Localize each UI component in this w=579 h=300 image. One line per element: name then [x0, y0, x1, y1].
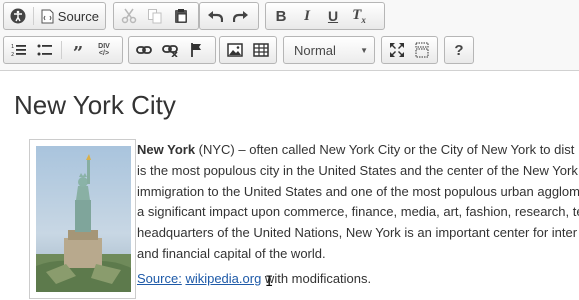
copy-icon	[148, 9, 162, 24]
undo-icon	[208, 11, 223, 22]
line-text: a significant impact upon commerce, fina…	[137, 204, 579, 220]
text-cursor-icon: I	[265, 274, 274, 290]
image-button[interactable]	[222, 38, 248, 62]
cut-icon	[121, 8, 137, 24]
line-text: (NYC) – often called New York City or th…	[195, 142, 575, 157]
anchor-button[interactable]	[183, 38, 209, 62]
paragraph-line: headquarters of the United Nations, New …	[137, 223, 579, 244]
editor-content[interactable]: New York City New York (NYC) – often cal…	[0, 72, 579, 300]
paragraph-line: is the most populous city in the United …	[137, 161, 579, 182]
image-icon	[227, 43, 243, 57]
numbered-list-button[interactable]: 12	[6, 38, 32, 62]
blockquote-icon: ”	[72, 42, 84, 64]
list-group: 12 ” DIV </>	[3, 36, 123, 64]
blockquote-button[interactable]: ”	[65, 38, 91, 64]
paste-button[interactable]	[168, 4, 194, 28]
maximize-icon	[389, 43, 404, 57]
help-button[interactable]: ?	[447, 38, 471, 62]
separator	[61, 41, 62, 59]
create-div-button[interactable]: DIV </>	[91, 38, 117, 62]
underline-button[interactable]: U	[320, 4, 346, 28]
unlink-icon	[162, 45, 178, 57]
wikipedia-link[interactable]: wikipedia.org	[185, 271, 261, 286]
chevron-down-icon: ▼	[360, 45, 368, 55]
table-button[interactable]	[248, 38, 274, 62]
svg-text:2: 2	[11, 52, 14, 57]
bulleted-list-button[interactable]	[32, 38, 58, 62]
line-text: and financial capital of the world.	[137, 245, 326, 261]
copy-button[interactable]	[142, 4, 168, 28]
underline-icon: U	[327, 8, 339, 24]
italic-button[interactable]: I	[294, 4, 320, 28]
paragraph-line: New York (NYC) – often called New York C…	[137, 140, 579, 161]
page-title: New York City	[14, 90, 176, 120]
links-group	[128, 36, 216, 64]
format-select-value: Normal	[294, 42, 336, 58]
show-blocks-icon	[415, 42, 429, 58]
bold-button[interactable]: B	[268, 4, 294, 28]
undo-button[interactable]	[202, 4, 228, 28]
italic-icon: I	[304, 7, 310, 24]
separator	[32, 7, 34, 25]
clipboard-group	[113, 2, 199, 30]
format-select[interactable]: Normal ▼	[283, 36, 375, 64]
paragraph-line: a significant impact upon commerce, fina…	[137, 202, 579, 223]
accessibility-icon	[10, 8, 26, 24]
bold-icon: B	[275, 7, 287, 25]
cut-button[interactable]	[116, 4, 142, 28]
bold-term: New York	[137, 142, 196, 157]
document-group: Source	[3, 2, 106, 30]
tools-group	[381, 36, 438, 64]
statue-of-liberty-photo	[36, 146, 131, 292]
line-text: headquarters of the United Nations, New …	[137, 225, 578, 241]
paste-icon	[175, 9, 187, 23]
help-icon: ?	[454, 41, 464, 59]
basic-styles-group: B I U Tx	[265, 2, 385, 30]
image-frame[interactable]	[29, 139, 136, 299]
source-label-link[interactable]: Source:	[137, 271, 182, 286]
unlink-button[interactable]	[157, 38, 183, 62]
link-button[interactable]	[131, 38, 157, 62]
undo-group	[199, 2, 259, 30]
source-icon	[41, 9, 54, 23]
redo-icon	[233, 11, 248, 22]
article-paragraph: New York (NYC) – often called New York C…	[137, 140, 579, 265]
paragraph-line: and financial capital of the world.	[137, 244, 579, 265]
svg-text:1: 1	[11, 44, 14, 50]
editor-toolbar: Source B I U Tx 12 ” DIV </> Normal ▼ ?	[0, 0, 579, 71]
div-icon: DIV </>	[98, 43, 110, 57]
line-text: is the most populous city in the United …	[137, 162, 578, 178]
numbered-list-icon: 12	[11, 44, 26, 57]
maximize-button[interactable]	[384, 38, 410, 62]
source-button-label: Source	[57, 8, 99, 24]
remove-format-button[interactable]: Tx	[346, 4, 372, 28]
link-icon	[136, 46, 152, 54]
insert-group	[219, 36, 277, 64]
accessibility-help-button[interactable]	[6, 4, 30, 28]
anchor-icon	[191, 43, 201, 57]
source-attribution: Source: wikipedia.org with modifications…	[137, 271, 371, 286]
source-button[interactable]: Source	[37, 4, 103, 28]
show-blocks-button[interactable]	[410, 38, 436, 62]
table-icon	[253, 43, 269, 57]
remove-format-icon: Tx	[352, 7, 366, 25]
bulleted-list-icon	[37, 44, 52, 56]
line-text: immigration to the United States and one…	[137, 183, 579, 199]
redo-button[interactable]	[228, 4, 254, 28]
source-suffix: with modifications.	[261, 271, 372, 286]
paragraph-line: immigration to the United States and one…	[137, 182, 579, 203]
about-group: ?	[444, 36, 474, 64]
